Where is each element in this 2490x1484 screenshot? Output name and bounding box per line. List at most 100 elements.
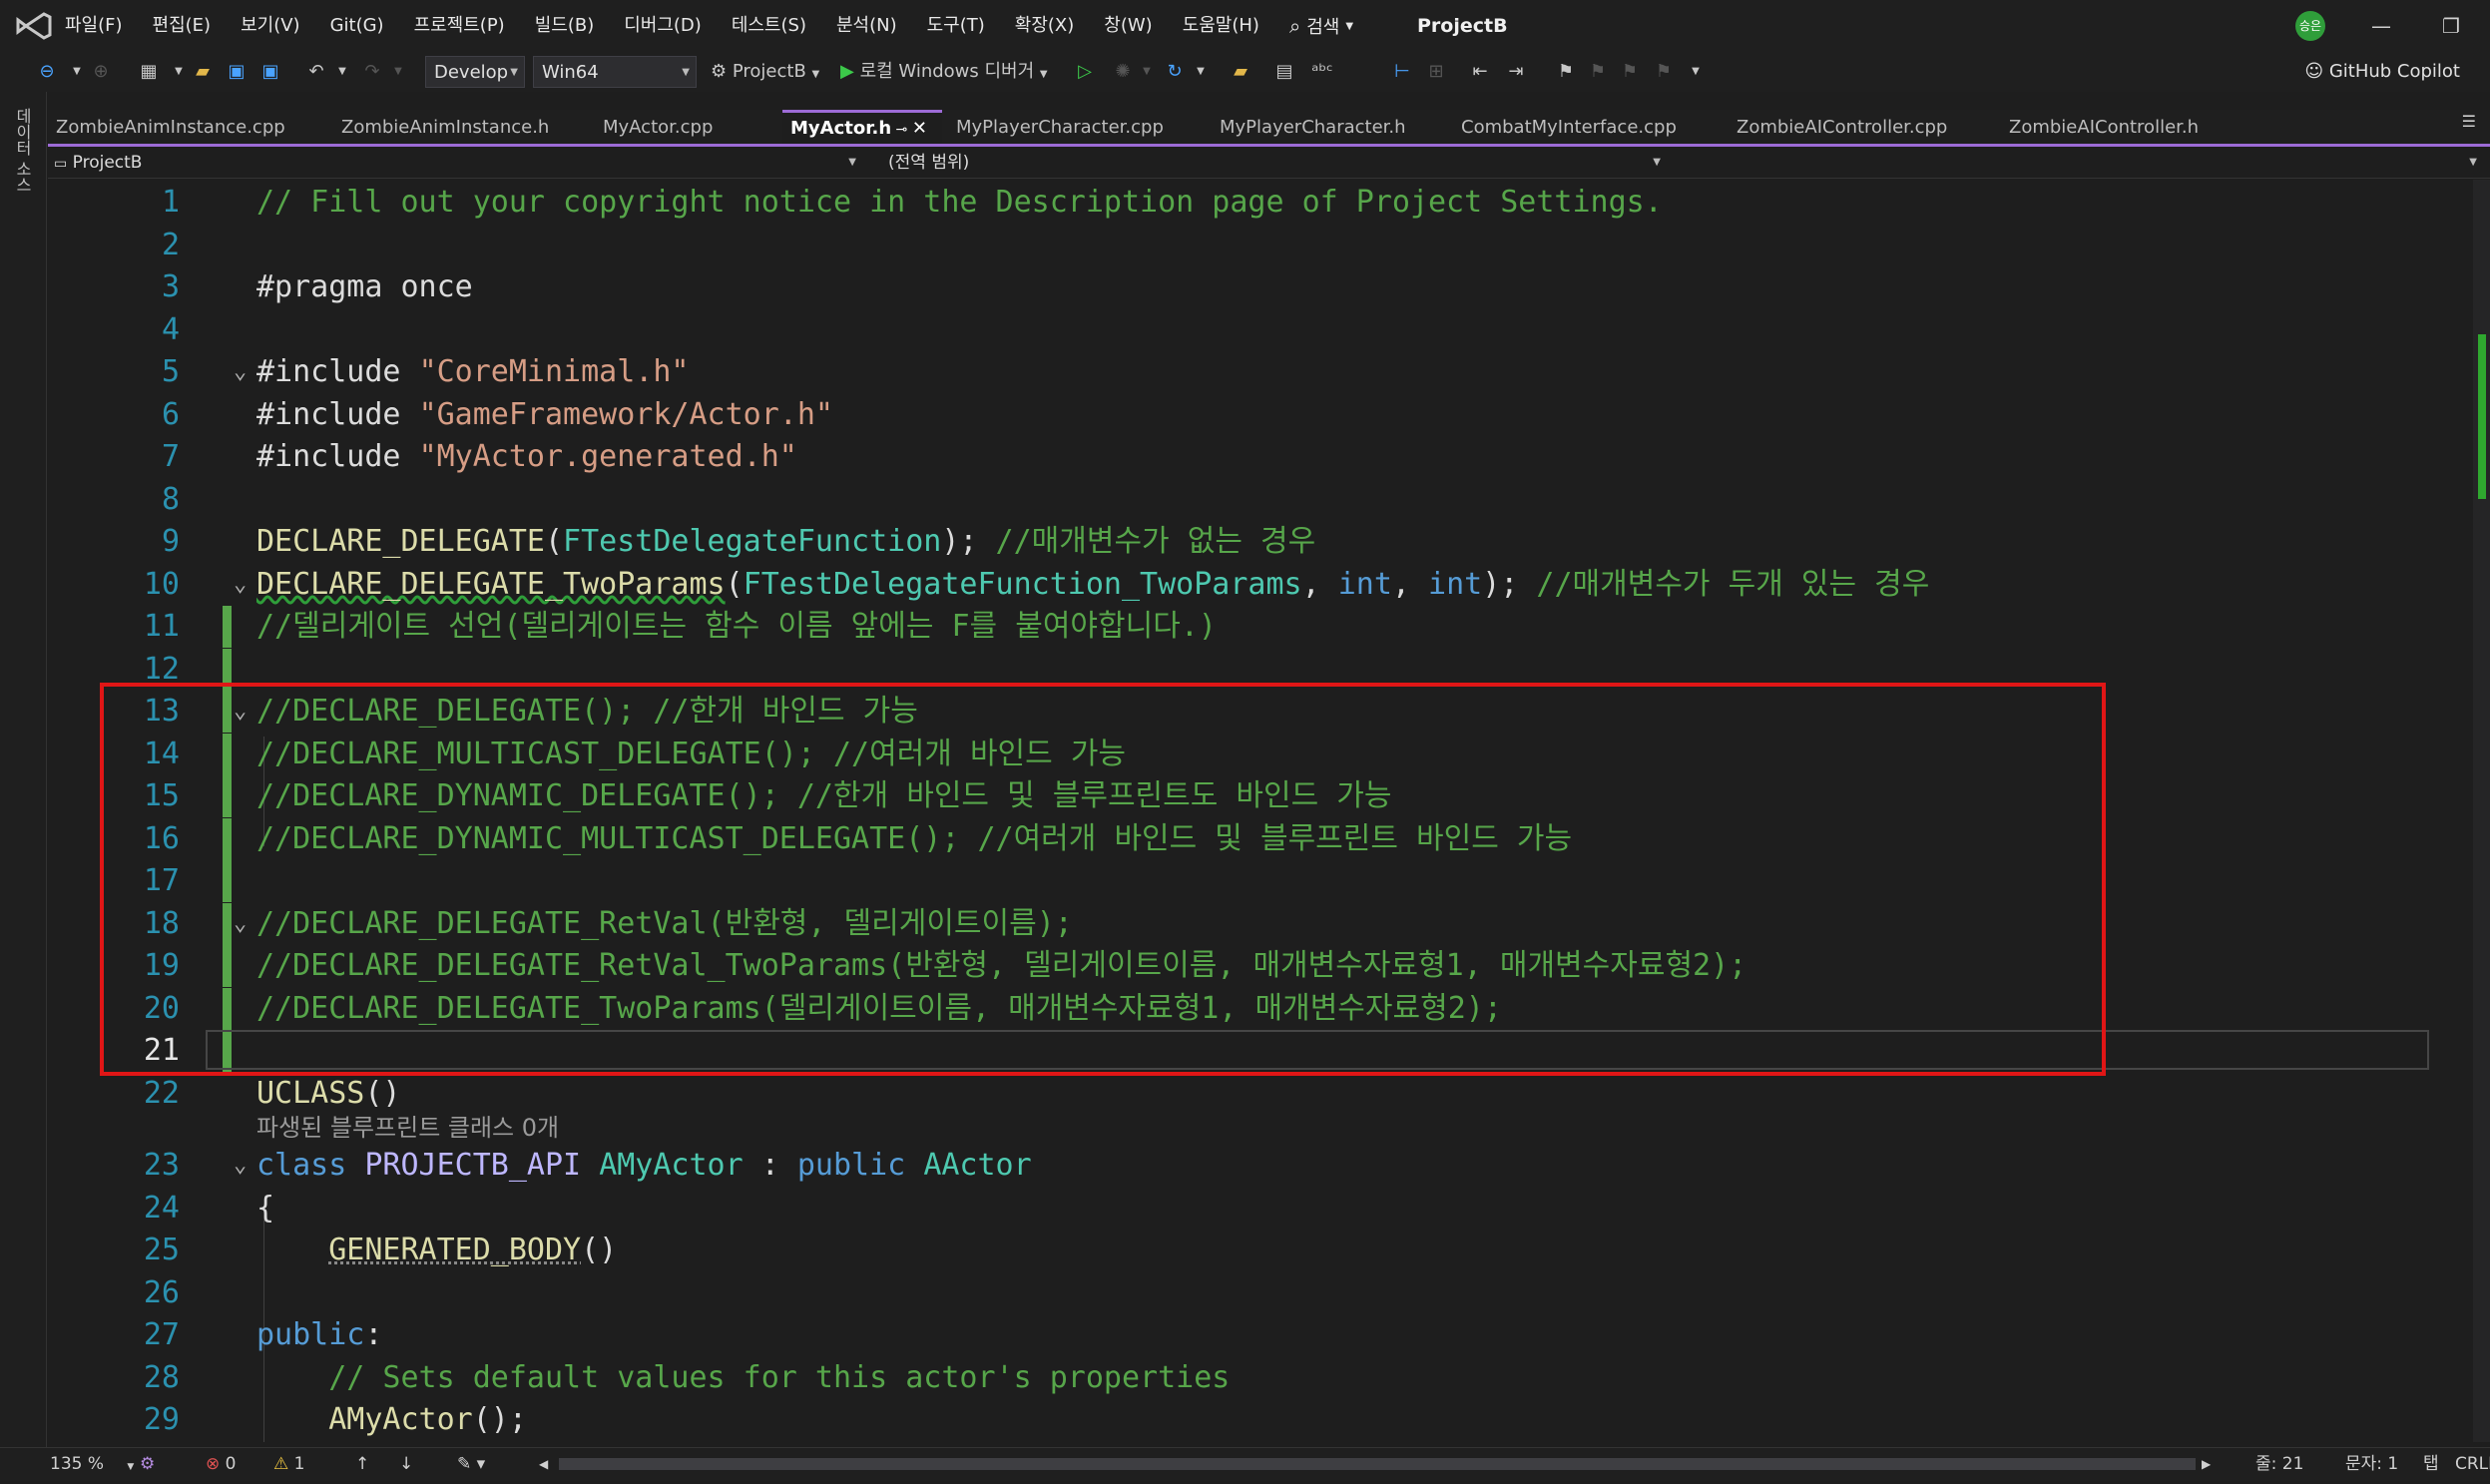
code-line[interactable]: 26 <box>48 1272 2483 1314</box>
clear-bookmarks-icon[interactable]: ⚑ <box>1651 56 1677 88</box>
project-scope-select[interactable]: ▭ ProjectB ▼ <box>54 150 862 176</box>
menu-item[interactable]: 창(W) <box>1089 0 1167 52</box>
fold-chevron-icon[interactable]: ⌄ <box>234 564 247 606</box>
tab-myplayercharacter-h[interactable]: MyPlayerCharacter.h <box>1212 110 1447 146</box>
horizontal-scrollbar[interactable] <box>559 1458 2196 1470</box>
menu-item[interactable]: 확장(X) <box>1000 0 1090 52</box>
save-all-icon[interactable]: ▣ <box>257 56 283 88</box>
layout-icon[interactable]: ▤ <box>1271 56 1297 88</box>
fold-chevron-icon[interactable]: ⌄ <box>234 1145 247 1187</box>
function-scope-select[interactable]: ▼ <box>2463 150 2483 176</box>
refresh-icon[interactable]: ↻ <box>1162 56 1188 88</box>
prev-bookmark-icon[interactable]: ⚑ <box>1585 56 1611 88</box>
minimize-button[interactable]: — <box>2361 8 2401 44</box>
code-line[interactable]: 24 { <box>48 1188 2483 1230</box>
search-button[interactable]: ⌕ 검색 ▼ <box>1289 8 1353 44</box>
codelens-blueprint-count[interactable]: 파생된 블루프린트 클래스 0개 <box>256 1113 559 1143</box>
configuration-select[interactable]: Develop ▼ <box>425 56 525 88</box>
visual-studio-logo-icon[interactable] <box>14 10 54 42</box>
line-ending-indicator[interactable]: CRLF <box>2455 1448 2490 1481</box>
indent-mode-indicator[interactable]: 탭 <box>2423 1448 2439 1481</box>
code-line[interactable]: 10 ⌄ DECLARE_DELEGATE_TwoParams(FTestDeleg… <box>48 564 2483 606</box>
menu-item[interactable]: 보기(V) <box>226 0 314 52</box>
code-line[interactable]: 7 #include "MyActor.generated.h" <box>48 436 2483 478</box>
undo-dropdown-icon[interactable]: ▼ <box>329 56 355 88</box>
code-line[interactable]: 4 <box>48 309 2483 351</box>
zoom-select[interactable]: 135 % ▼ <box>50 1448 134 1481</box>
scroll-left-icon[interactable]: ◀ <box>539 1448 548 1481</box>
back-icon[interactable]: ⊖ <box>34 56 60 88</box>
menu-item[interactable]: 도구(T) <box>912 0 1000 52</box>
hot-reload-icon[interactable]: ✺ <box>1110 56 1136 88</box>
health-icon[interactable]: ⚙ <box>140 1448 155 1481</box>
menu-item[interactable]: 디버그(D) <box>609 0 717 52</box>
menu-item[interactable]: 파일(F) <box>50 0 138 52</box>
next-bookmark-icon[interactable]: ⚑ <box>1617 56 1643 88</box>
new-dropdown-icon[interactable]: ▼ <box>166 56 192 88</box>
tab-myactor-h[interactable]: MyActor.h ⊸ ✕ <box>782 110 942 146</box>
pin-icon[interactable]: ⊸ <box>891 122 912 138</box>
tab-myplayercharacter-cpp[interactable]: MyPlayerCharacter.cpp <box>948 110 1206 146</box>
hot-reload-dropdown-icon[interactable]: ▼ <box>1134 56 1160 88</box>
folder-icon[interactable]: ▰ <box>1228 56 1253 88</box>
redo-icon[interactable]: ↷ <box>359 56 385 88</box>
tab-zombieaicontroller-cpp[interactable]: ZombieAIController.cpp <box>1729 110 1995 146</box>
forward-icon[interactable]: ⊕ <box>88 56 114 88</box>
fold-chevron-icon[interactable]: ⌄ <box>234 351 247 393</box>
column-indicator[interactable]: 문자: 1 <box>2345 1448 2398 1481</box>
menu-item[interactable]: 편집(E) <box>138 0 227 52</box>
start-debugging-button[interactable]: ▶ 로컬 Windows 디버거 ▼ <box>840 56 1048 88</box>
code-line[interactable]: 25 GENERATED_BODY() <box>48 1230 2483 1271</box>
tab-overflow-icon[interactable]: ☰ <box>2462 112 2476 131</box>
restore-button[interactable]: ❐ <box>2431 8 2471 44</box>
code-line[interactable]: 9 DECLARE_DELEGATE(FTestDelegateFunction)… <box>48 521 2483 563</box>
code-line[interactable]: 3 #pragma once <box>48 266 2483 308</box>
indent-icon[interactable]: ⇥ <box>1503 56 1529 88</box>
undo-icon[interactable]: ↶ <box>303 56 329 88</box>
split-icon[interactable]: ⊞ <box>1423 56 1449 88</box>
code-line[interactable]: 11 //델리게이트 선언(델리게이트는 함수 이름 앞에는 F를 붙여야합니다.… <box>48 606 2483 648</box>
step-icon[interactable]: ⊢ <box>1389 56 1415 88</box>
menu-item[interactable]: 테스트(S) <box>717 0 821 52</box>
tab-zombieaniminstance-cpp[interactable]: ZombieAnimInstance.cpp <box>48 110 327 146</box>
scroll-right-icon[interactable]: ▶ <box>2202 1448 2211 1481</box>
line-number-indicator[interactable]: 줄: 21 <box>2255 1448 2303 1481</box>
warnings-indicator[interactable]: ⚠ 1 <box>273 1448 304 1481</box>
errors-indicator[interactable]: ⊗ 0 <box>206 1448 236 1481</box>
next-issue-icon[interactable]: ↓ <box>399 1448 413 1481</box>
code-line[interactable]: 22 UCLASS() <box>48 1073 2483 1115</box>
code-line[interactable]: 27 public: <box>48 1314 2483 1356</box>
code-line[interactable]: 8 <box>48 479 2483 521</box>
scrollbar-thumb[interactable] <box>2478 334 2486 499</box>
tab-myactor-cpp[interactable]: MyActor.cpp <box>595 110 774 146</box>
save-icon[interactable]: ▣ <box>224 56 249 88</box>
menu-item[interactable]: 프로젝트(P) <box>399 0 520 52</box>
code-line[interactable]: 6 #include "GameFramework/Actor.h" <box>48 394 2483 436</box>
avatar[interactable]: 승은 <box>2295 11 2325 41</box>
code-line[interactable]: 1 // Fill out your copyright notice in th… <box>48 182 2483 224</box>
tab-zombieaniminstance-h[interactable]: ZombieAnimInstance.h <box>333 110 589 146</box>
data-sources-tab[interactable]: 데이터 소스 <box>10 108 34 193</box>
outdent-icon[interactable]: ⇤ <box>1467 56 1493 88</box>
code-line[interactable]: 5 ⌄ #include "CoreMinimal.h" <box>48 351 2483 393</box>
tab-zombieaicontroller-h[interactable]: ZombieAIController.h <box>2001 110 2245 146</box>
menu-item[interactable]: 분석(N) <box>821 0 912 52</box>
previous-issue-icon[interactable]: ↑ <box>355 1448 369 1481</box>
toolbar-overflow-icon[interactable]: ▼ <box>1683 56 1709 88</box>
menu-item[interactable]: 빌드(B) <box>520 0 610 52</box>
menu-item[interactable]: 도움말(H) <box>1168 0 1274 52</box>
code-line[interactable]: 28 // Sets default values for this actor… <box>48 1357 2483 1399</box>
close-icon[interactable]: ✕ <box>912 118 927 139</box>
tab-combatmyinterface-cpp[interactable]: CombatMyInterface.cpp <box>1453 110 1723 146</box>
github-copilot-button[interactable]: ☺ GitHub Copilot <box>2304 56 2460 88</box>
back-dropdown-icon[interactable]: ▼ <box>64 56 90 88</box>
cleanup-icon[interactable]: ✎ ▾ <box>457 1448 485 1481</box>
startup-project-select[interactable]: ⚙ ProjectB ▼ <box>711 56 819 88</box>
platform-select[interactable]: Win64 ▼ <box>533 56 697 88</box>
open-file-icon[interactable]: ▰ <box>190 56 216 88</box>
start-without-debugging-icon[interactable]: ▷ <box>1072 56 1098 88</box>
member-scope-select[interactable]: (전역 범위) ▼ <box>888 150 1667 176</box>
new-project-icon[interactable]: ▦ <box>136 56 162 88</box>
code-line[interactable]: 29 AMyActor(); <box>48 1399 2483 1441</box>
code-line[interactable]: 23 ⌄ class PROJECTB_API AMyActor : public … <box>48 1145 2483 1187</box>
